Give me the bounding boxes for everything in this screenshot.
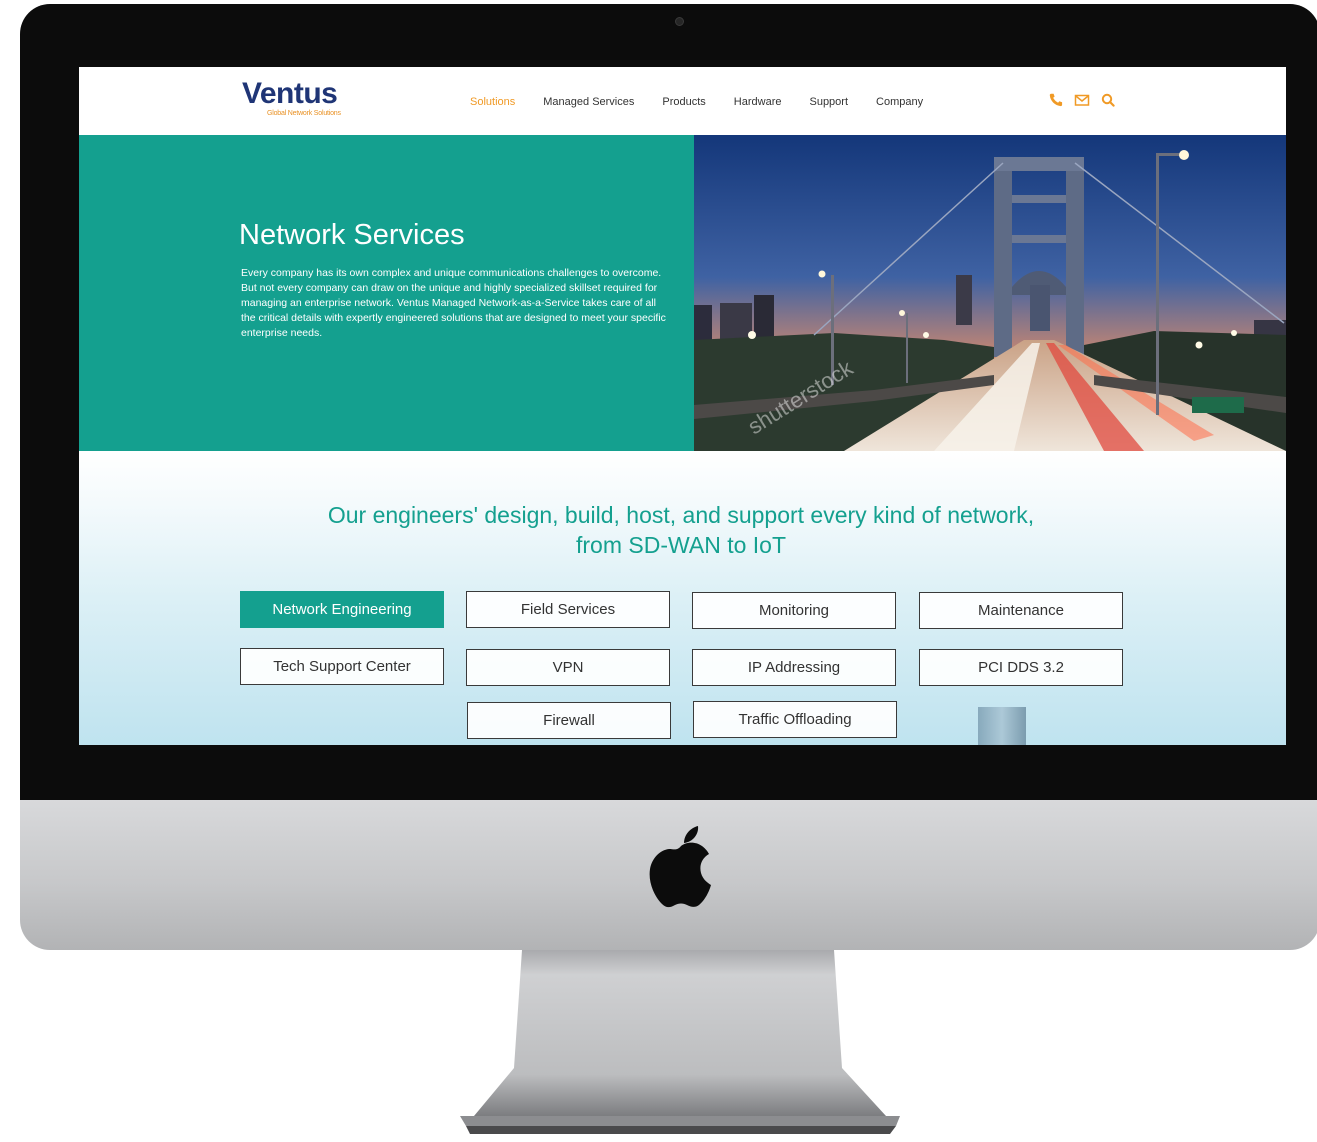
site-logo[interactable]: Ventus Global Network Solutions [242,77,341,118]
service-button-tech-support-center[interactable]: Tech Support Center [240,648,444,685]
service-button-network-engineering[interactable]: Network Engineering [240,591,444,628]
service-button-traffic-offloading[interactable]: Traffic Offloading [693,701,897,738]
nav-item-company[interactable]: Company [876,96,923,108]
camera-icon [675,17,684,26]
service-button-maintenance[interactable]: Maintenance [919,592,1123,629]
nav-item-solutions[interactable]: Solutions [470,96,515,108]
website-screen: Ventus Global Network Solutions Solution… [79,67,1286,745]
hero-bridge-photo: shutterstock [694,135,1286,451]
hero-panel: Network Services Every company has its o… [79,135,694,451]
bridge-photo-illustration: shutterstock [694,135,1286,451]
background-building [978,707,1026,745]
services-heading-line-1: Our engineers' design, build, host, and … [327,502,1035,528]
service-button-monitoring[interactable]: Monitoring [692,592,896,629]
hero-title: Network Services [239,219,465,251]
imac-stand [460,950,900,1134]
site-header: Ventus Global Network Solutions Solution… [79,67,1286,135]
service-button-firewall[interactable]: Firewall [467,702,671,739]
logo-name: Ventus [242,77,338,110]
services-heading: Our engineers' design, build, host, and … [239,500,1123,560]
hero-description: Every company has its own complex and un… [241,267,666,339]
phone-icon[interactable] [1048,92,1064,108]
apple-logo-icon [649,826,711,908]
nav-item-managed-services[interactable]: Managed Services [543,96,634,108]
services-section: Our engineers' design, build, host, and … [79,451,1286,745]
main-nav: Solutions Managed Services Products Hard… [470,94,951,110]
nav-item-support[interactable]: Support [809,96,848,108]
services-heading-line-2: from SD-WAN to IoT [576,532,786,558]
service-button-field-services[interactable]: Field Services [466,591,670,628]
nav-item-hardware[interactable]: Hardware [734,96,782,108]
service-button-ip-addressing[interactable]: IP Addressing [692,649,896,686]
imac-mockup: Ventus Global Network Solutions Solution… [0,0,1317,1142]
search-icon[interactable] [1100,92,1116,108]
mail-icon[interactable] [1074,92,1090,108]
logo-tagline: Global Network Solutions [267,110,341,117]
nav-item-products[interactable]: Products [662,96,705,108]
header-icons [1048,92,1126,108]
service-button-vpn[interactable]: VPN [466,649,670,686]
service-button-pci-dds[interactable]: PCI DDS 3.2 [919,649,1123,686]
